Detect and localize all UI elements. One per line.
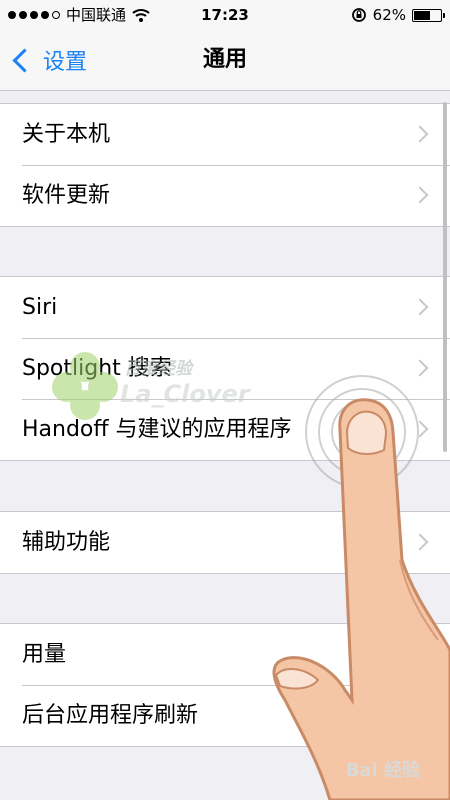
battery-percent: 62% <box>372 6 406 24</box>
row-label: 后台应用程序刷新 <box>22 703 199 728</box>
rotation-lock-icon <box>351 8 366 22</box>
page-title: 通用 <box>202 47 247 72</box>
row-label: 用量 <box>22 642 67 667</box>
row-usage[interactable]: 用量 <box>0 624 450 685</box>
row-about[interactable]: 关于本机 <box>0 104 450 165</box>
chevron-right-icon <box>411 186 429 204</box>
row-label: Siri <box>22 295 58 320</box>
row-label: 软件更新 <box>22 183 111 208</box>
watermark-line-2: La_Clover <box>120 380 250 408</box>
chevron-right-icon <box>411 359 429 377</box>
scroll-indicator[interactable] <box>443 102 447 452</box>
status-bar: 中国联通 17:23 62% <box>0 0 450 30</box>
row-software-update[interactable]: 软件更新 <box>0 165 450 226</box>
row-label: 辅助功能 <box>22 530 111 555</box>
chevron-right-icon <box>411 533 429 551</box>
watermark-line-1: 百度经验 <box>124 359 192 379</box>
clover-logo-icon <box>52 352 122 427</box>
row-siri[interactable]: Siri <box>0 277 450 338</box>
row-accessibility[interactable]: 辅助功能 <box>0 512 450 573</box>
chevron-right-icon <box>411 706 429 724</box>
chevron-right-icon <box>411 298 429 316</box>
row-label: 关于本机 <box>22 122 111 147</box>
settings-group-4: 用量 后台应用程序刷新 <box>0 623 450 747</box>
row-background-app-refresh[interactable]: 后台应用程序刷新 <box>0 685 450 746</box>
chevron-right-icon <box>411 125 429 143</box>
navigation-bar: 设置 通用 <box>0 30 450 91</box>
watermark: 百度经验 La_Clover <box>52 352 250 432</box>
site-watermark: Bai 经验 <box>345 760 420 781</box>
chevron-right-icon <box>411 645 429 663</box>
settings-group-3: 辅助功能 <box>0 511 450 574</box>
battery-icon <box>412 8 445 22</box>
tap-ripple-inner <box>331 401 393 463</box>
settings-group-1: 关于本机 软件更新 <box>0 103 450 227</box>
